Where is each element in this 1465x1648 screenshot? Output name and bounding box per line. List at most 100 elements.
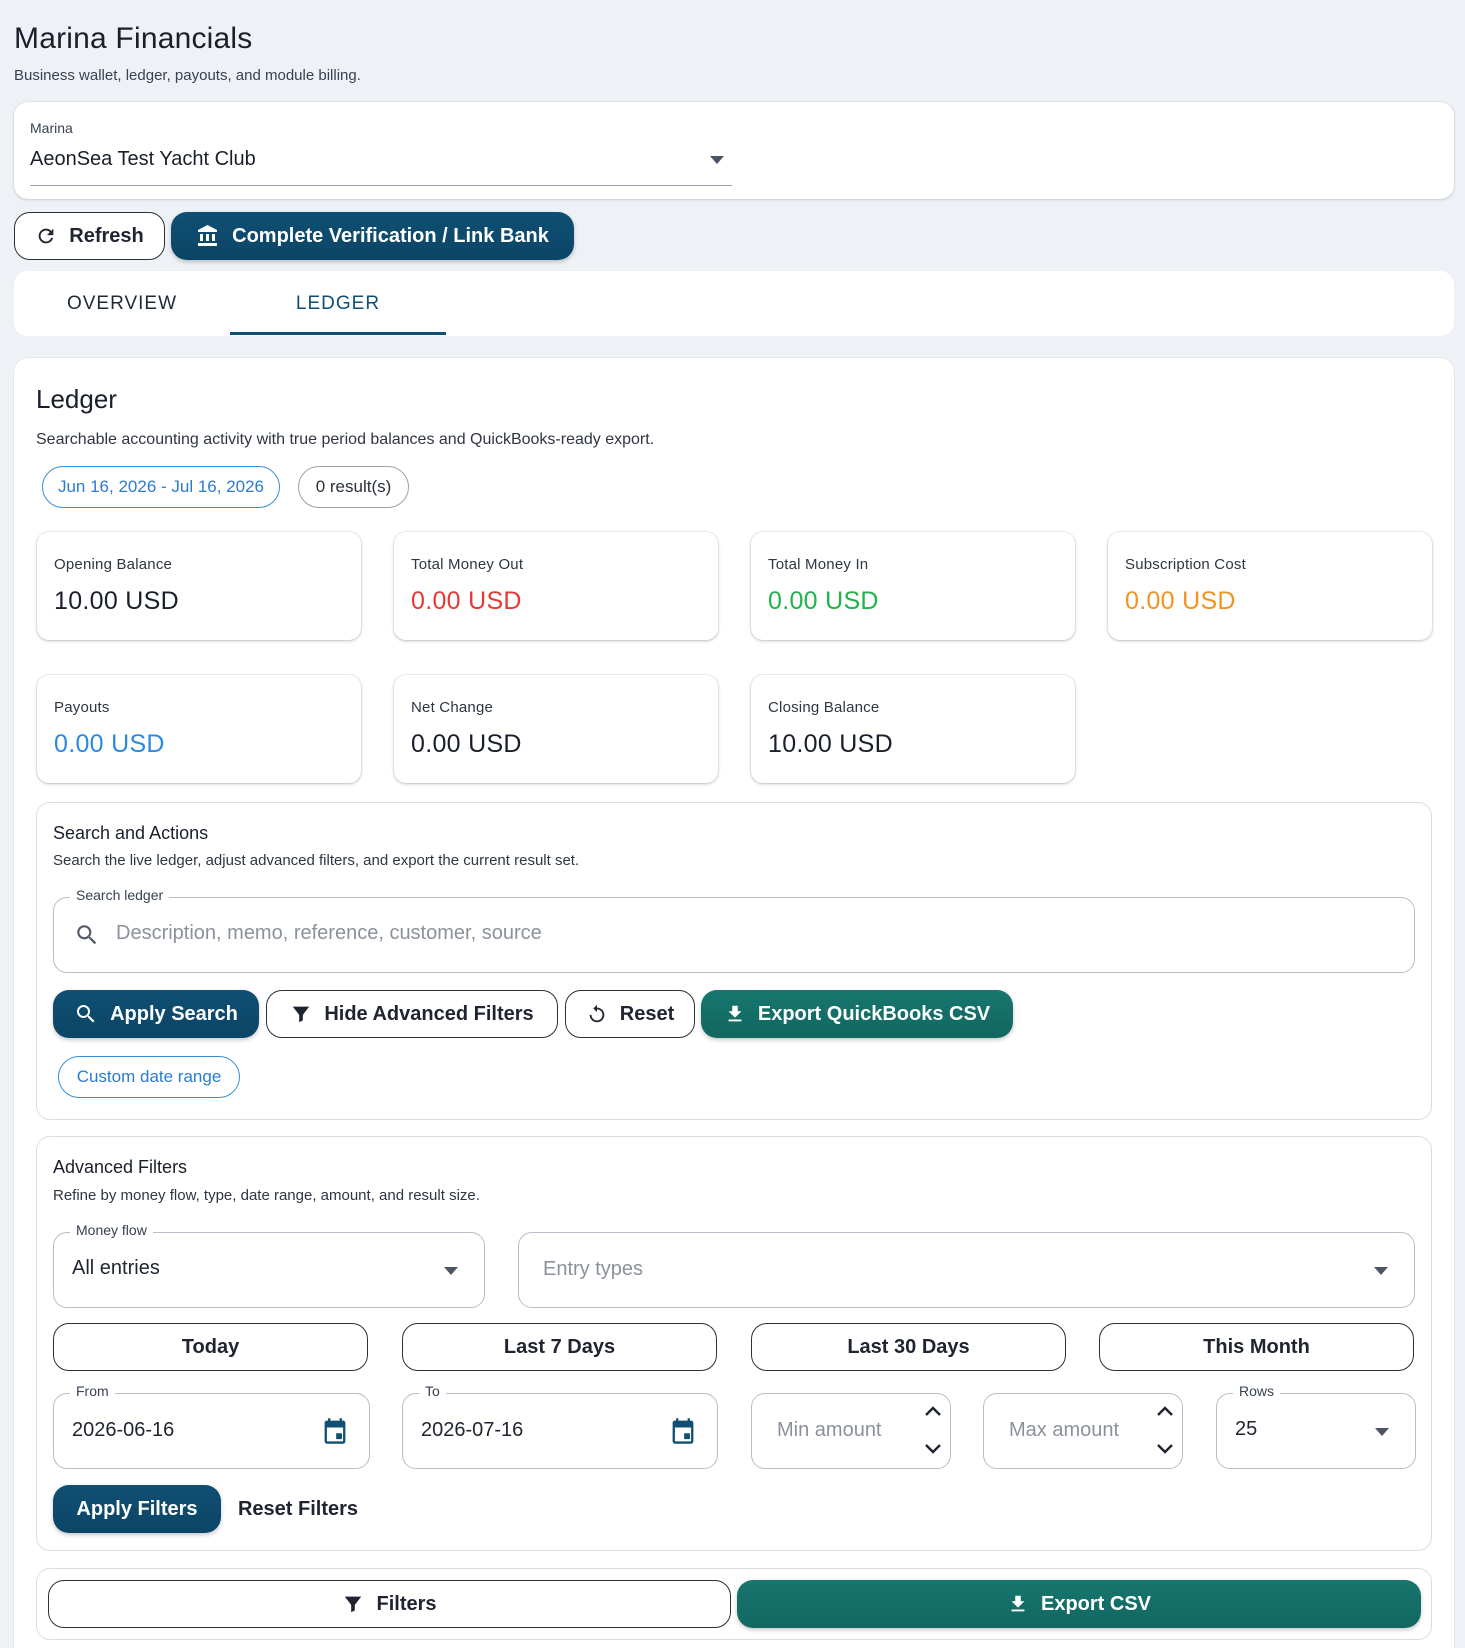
from-date-label: From [70,1383,115,1399]
search-icon [74,922,100,948]
reset-icon [586,1003,608,1025]
apply-filters-label: Apply Filters [76,1497,198,1520]
stat-total-money-out: Total Money Out 0.00 USD [394,532,718,640]
stat-value: 0.00 USD [411,730,522,758]
entry-types-placeholder: Entry types [543,1258,644,1280]
preset-last-7-days-button[interactable]: Last 7 Days [402,1323,717,1371]
chevron-up-icon[interactable] [1156,1404,1174,1418]
custom-date-range-chip[interactable]: Custom date range [58,1056,240,1098]
complete-verification-button[interactable]: Complete Verification / Link Bank [171,212,574,260]
money-flow-label: Money flow [70,1222,153,1238]
stat-label: Net Change [411,699,494,716]
search-input[interactable]: Search ledger Description, memo, referen… [53,887,1415,973]
marina-value: AeonSea Test Yacht Club [30,148,256,170]
chevron-up-icon[interactable] [924,1404,942,1418]
refresh-label: Refresh [69,224,144,247]
apply-filters-button[interactable]: Apply Filters [53,1485,221,1533]
marina-selector-card: Marina AeonSea Test Yacht Club [14,102,1454,199]
stat-net-change: Net Change 0.00 USD [394,675,718,783]
from-date-value: 2026-06-16 [72,1419,175,1441]
stat-label: Opening Balance [54,556,173,573]
tab-bar: OVERVIEW LEDGER [14,271,1454,336]
stat-label: Subscription Cost [1125,556,1246,573]
download-icon [1007,1593,1029,1615]
rows-label: Rows [1233,1383,1281,1399]
export-quickbooks-csv-button[interactable]: Export QuickBooks CSV [701,990,1013,1038]
money-flow-select[interactable]: Money flow All entries [53,1222,485,1308]
stat-label: Total Money Out [411,556,524,573]
calendar-icon[interactable] [321,1416,349,1446]
marina-label: Marina [30,120,73,136]
bank-icon [196,224,220,248]
entry-types-select[interactable]: Entry types [518,1232,1415,1308]
min-amount-input[interactable]: Min amount [751,1393,951,1469]
tab-overview[interactable]: OVERVIEW [14,271,230,336]
max-amount-input[interactable]: Max amount [983,1393,1183,1469]
stat-value: 10.00 USD [54,587,179,615]
date-range-chip[interactable]: Jun 16, 2026 - Jul 16, 2026 [42,466,280,508]
export-csv-label: Export CSV [1040,1592,1152,1615]
rows-value: 25 [1235,1418,1258,1440]
chevron-down-icon [1374,1267,1388,1275]
search-placeholder: Description, memo, reference, customer, … [116,922,542,944]
page-subtitle: Business wallet, ledger, payouts, and mo… [14,67,361,84]
search-section-title: Search and Actions [53,823,209,843]
filter-icon [342,1593,364,1615]
filters-label: Filters [376,1592,437,1615]
tab-ledger[interactable]: LEDGER [230,271,446,336]
preset-last-30-days-button[interactable]: Last 30 Days [751,1323,1066,1371]
stat-closing-balance: Closing Balance 10.00 USD [751,675,1075,783]
stat-opening-balance: Opening Balance 10.00 USD [37,532,361,640]
preset-today-button[interactable]: Today [53,1323,368,1371]
stat-value: 0.00 USD [411,587,522,615]
refresh-button[interactable]: Refresh [14,212,165,260]
to-date-value: 2026-07-16 [421,1419,524,1441]
reset-label: Reset [619,1002,675,1025]
search-section-description: Search the live ledger, adjust advanced … [53,852,580,869]
stat-value: 10.00 USD [768,730,893,758]
chevron-down-icon [710,156,724,164]
calendar-icon[interactable] [669,1416,697,1446]
page-title: Marina Financials [14,22,253,55]
export-csv-button[interactable]: Export CSV [737,1580,1421,1628]
reset-button[interactable]: Reset [565,990,695,1038]
max-amount-placeholder: Max amount [1009,1419,1120,1441]
chevron-down-icon[interactable] [924,1442,942,1456]
hide-advanced-filters-label: Hide Advanced Filters [324,1002,534,1025]
reset-filters-label: Reset Filters [237,1497,359,1520]
stat-label: Closing Balance [768,699,880,716]
stat-value: 0.00 USD [1125,587,1236,615]
reset-filters-button[interactable]: Reset Filters [230,1485,366,1533]
min-amount-placeholder: Min amount [777,1419,882,1441]
stat-label: Total Money In [768,556,869,573]
filters-button[interactable]: Filters [48,1580,731,1628]
stat-payouts: Payouts 0.00 USD [37,675,361,783]
tab-ledger-label: LEDGER [295,292,381,314]
search-icon [74,1002,98,1026]
apply-search-button[interactable]: Apply Search [53,990,259,1038]
tab-indicator [230,332,446,335]
apply-search-label: Apply Search [110,1002,238,1025]
refresh-icon [35,225,57,247]
results-chip: 0 result(s) [298,466,409,508]
from-date-input[interactable]: From 2026-06-16 [53,1383,370,1469]
to-date-label: To [419,1383,446,1399]
advanced-filters-title: Advanced Filters [53,1157,188,1177]
stat-total-money-in: Total Money In 0.00 USD [751,532,1075,640]
ledger-description: Searchable accounting activity with true… [36,431,655,448]
chevron-down-icon [444,1267,458,1275]
search-input-label: Search ledger [70,887,170,903]
money-flow-value: All entries [72,1257,160,1279]
chevron-down-icon [1375,1428,1389,1436]
stat-subscription-cost: Subscription Cost 0.00 USD [1108,532,1432,640]
hide-advanced-filters-button[interactable]: Hide Advanced Filters [266,990,558,1038]
complete-verification-label: Complete Verification / Link Bank [232,224,549,247]
preset-this-month-button[interactable]: This Month [1099,1323,1414,1371]
tab-overview-label: OVERVIEW [66,292,178,314]
export-quickbooks-csv-label: Export QuickBooks CSV [757,1002,991,1025]
rows-select[interactable]: Rows 25 [1216,1383,1416,1469]
to-date-input[interactable]: To 2026-07-16 [402,1383,718,1469]
stat-value: 0.00 USD [768,587,879,615]
advanced-filters-description: Refine by money flow, type, date range, … [53,1187,480,1204]
chevron-down-icon[interactable] [1156,1442,1174,1456]
